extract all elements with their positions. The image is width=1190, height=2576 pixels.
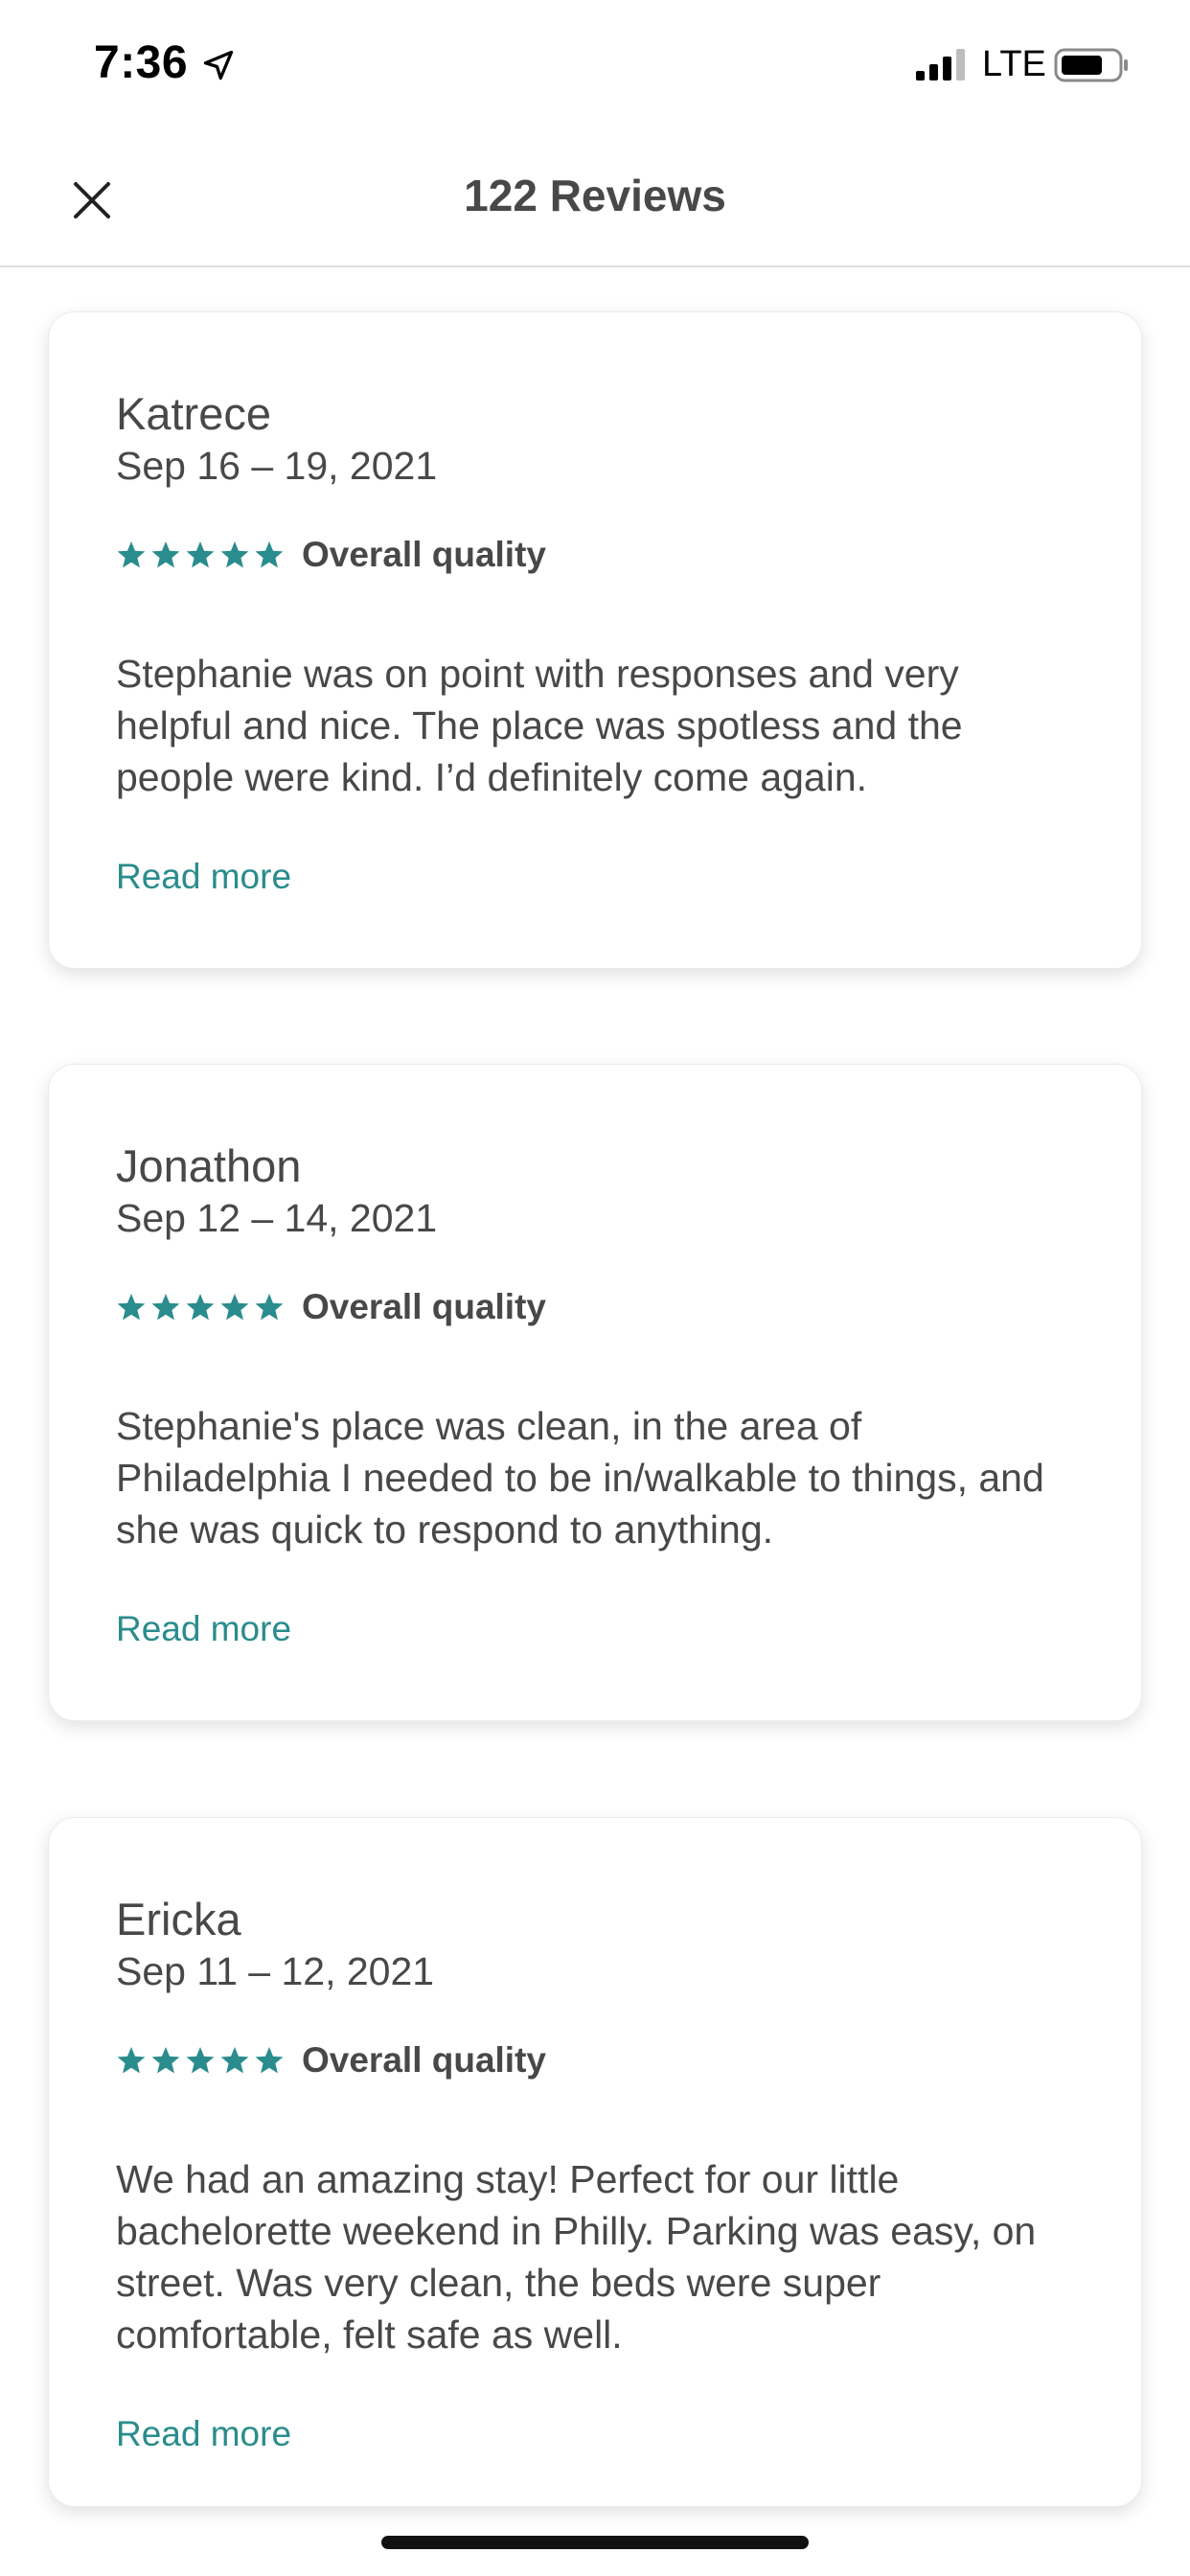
- reviewer-name: Jonathon: [116, 1140, 302, 1191]
- star-icon: [220, 541, 249, 568]
- review-card: Katrece Sep 16 – 19, 2021 Overall qualit…: [48, 311, 1142, 969]
- review-text: Stephanie's place was clean, in the area…: [116, 1404, 1044, 1552]
- star-rating: [116, 1292, 288, 1322]
- star-rating: [116, 540, 288, 570]
- star-icon: [186, 541, 215, 568]
- reviewer-name: Ericka: [116, 1894, 241, 1944]
- reviewer-name: Katrece: [116, 388, 271, 439]
- star-icon: [220, 1294, 249, 1321]
- status-time: 7:36: [94, 37, 189, 88]
- review-date: Sep 16 – 19, 2021: [116, 444, 438, 488]
- star-icon: [255, 1294, 284, 1321]
- rating-row: Overall quality: [116, 535, 546, 575]
- header: 122 Reviews: [0, 129, 1190, 267]
- review-text: Stephanie was on point with responses an…: [116, 652, 963, 799]
- battery-icon: [1054, 48, 1128, 82]
- star-icon: [117, 541, 146, 568]
- star-icon: [151, 541, 180, 568]
- page-title: 122 Reviews: [464, 171, 726, 220]
- review-card: Ericka Sep 11 – 12, 2021 Overall quality…: [48, 1817, 1142, 2507]
- rating-label: Overall quality: [302, 535, 546, 574]
- read-more-link[interactable]: Read more: [116, 857, 291, 897]
- signal-icon: [916, 49, 965, 80]
- review-date: Sep 12 – 14, 2021: [116, 1196, 438, 1240]
- star-icon: [117, 2047, 146, 2074]
- status-bar: 7:36 LTE: [0, 0, 1190, 129]
- read-more-link[interactable]: Read more: [116, 1609, 291, 1649]
- star-rating: [116, 2045, 288, 2076]
- rating-label: Overall quality: [302, 2040, 546, 2080]
- rating-row: Overall quality: [116, 1287, 546, 1327]
- review-date: Sep 11 – 12, 2021: [116, 1949, 435, 1993]
- rating-label: Overall quality: [302, 1287, 546, 1326]
- network-label: LTE: [982, 44, 1046, 84]
- star-icon: [255, 2047, 284, 2074]
- star-icon: [151, 2047, 180, 2074]
- review-text: We had an amazing stay! Perfect for our …: [116, 2157, 1037, 2357]
- star-icon: [220, 2047, 249, 2074]
- star-icon: [186, 2047, 215, 2074]
- review-card: Jonathon Sep 12 – 14, 2021 Overall quali…: [48, 1064, 1142, 1721]
- read-more-link[interactable]: Read more: [116, 2414, 291, 2454]
- rating-row: Overall quality: [116, 2040, 546, 2081]
- star-icon: [186, 1294, 215, 1321]
- star-icon: [151, 1294, 180, 1321]
- location-arrow-icon: [203, 50, 234, 80]
- star-icon: [117, 1294, 146, 1321]
- home-indicator[interactable]: [381, 2536, 809, 2549]
- star-icon: [255, 541, 284, 568]
